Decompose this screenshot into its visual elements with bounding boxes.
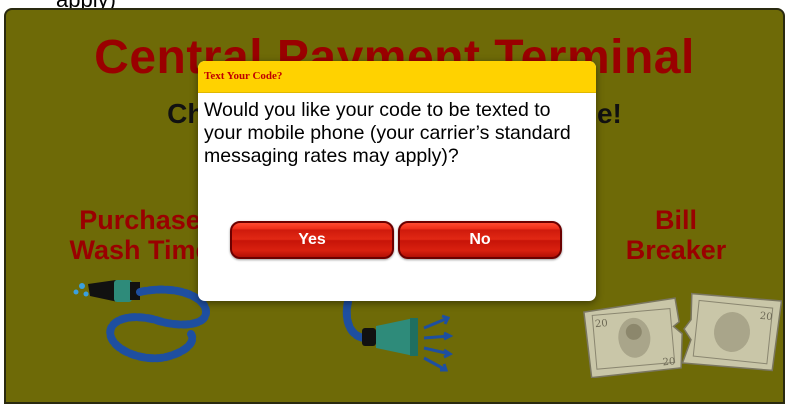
no-button[interactable]: No (398, 221, 562, 259)
dialog-title: Text Your Code? (204, 70, 283, 82)
yes-button[interactable]: Yes (230, 221, 394, 259)
text-code-dialog: Text Your Code? Would you like your code… (198, 61, 596, 301)
dialog-message: Would you like your code to be texted to… (204, 99, 571, 167)
modal-overlay: Text Your Code? Would you like your code… (0, 0, 789, 404)
dialog-header: Text Your Code? (198, 61, 596, 93)
